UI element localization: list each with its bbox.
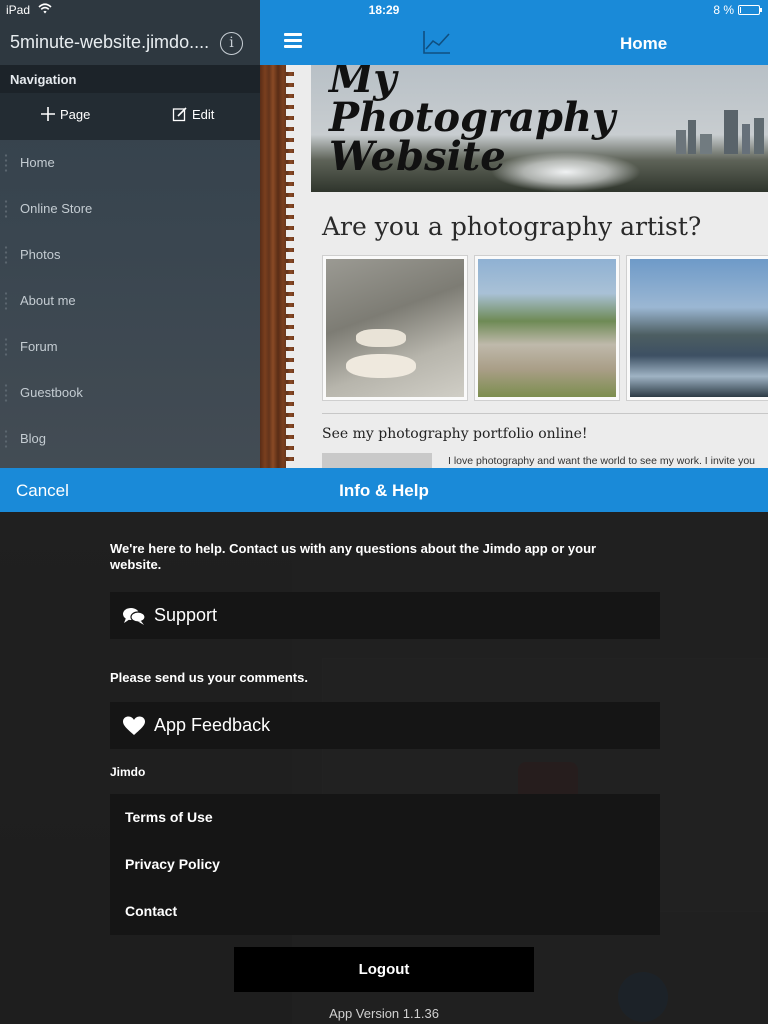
city-skyline — [676, 110, 764, 154]
line-chart-icon[interactable] — [422, 29, 452, 55]
sidebar-item-blog[interactable]: Blog — [0, 416, 260, 462]
add-page-label: Page — [60, 106, 91, 122]
website-preview[interactable]: My Photography Website Are you a photogr… — [260, 65, 768, 468]
house-photo — [478, 259, 616, 397]
battery-fill — [740, 7, 741, 13]
sidebar-item-label: Online Store — [20, 201, 93, 216]
website-heading: Are you a photography artist? — [322, 212, 702, 241]
sidebar: 5minute-website.jimdo.... i Navigation P… — [0, 20, 260, 468]
hamburger-icon[interactable] — [284, 33, 302, 48]
content-image — [322, 453, 432, 468]
help-intro: We're here to help. Contact us with any … — [110, 541, 597, 572]
site-title[interactable]: 5minute-website.jimdo.... — [10, 32, 210, 53]
torn-edge — [286, 65, 300, 468]
edit-icon — [172, 107, 187, 122]
help-header: Cancel Info & Help — [0, 468, 768, 512]
sidebar-item-label: About me — [20, 293, 76, 308]
sidebar-item-online-store[interactable]: Online Store — [0, 186, 260, 232]
contact-link[interactable]: Contact — [110, 888, 660, 935]
drag-handle-icon[interactable] — [4, 153, 8, 173]
status-bar: iPad 18:29 8 % — [0, 0, 768, 20]
add-page-button[interactable]: Page — [40, 106, 90, 122]
help-dialog: We're here to help. Contact us with any … — [0, 512, 768, 1024]
sidebar-item-photos[interactable]: Photos — [0, 232, 260, 278]
dogs-photo — [326, 259, 464, 397]
sidebar-item-guestbook[interactable]: Guestbook — [0, 370, 260, 416]
terms-of-use-link[interactable]: Terms of Use — [110, 794, 660, 841]
gallery-photo[interactable] — [626, 255, 768, 401]
photo-gallery — [322, 255, 768, 401]
sidebar-header: 5minute-website.jimdo.... i — [0, 20, 260, 65]
drag-handle-icon[interactable] — [4, 291, 8, 311]
drag-handle-icon[interactable] — [4, 337, 8, 357]
sidebar-item-label: Forum — [20, 339, 58, 354]
website-subheading: See my photography portfolio online! — [322, 426, 588, 442]
nav-list: Home Online Store Photos About me Forum … — [0, 140, 260, 462]
edit-label: Edit — [192, 106, 215, 122]
sidebar-item-label: Photos — [20, 247, 61, 262]
sidebar-item-home[interactable]: Home — [0, 140, 260, 186]
clock: 18:29 — [368, 3, 400, 17]
drag-handle-icon[interactable] — [4, 383, 8, 403]
app-version: App Version 1.1.36 — [329, 1006, 439, 1021]
heart-icon — [123, 716, 145, 735]
drag-handle-icon[interactable] — [4, 245, 8, 265]
top-bar: Home — [260, 20, 768, 65]
river-photo — [630, 259, 768, 397]
sidebar-item-label: Guestbook — [20, 385, 83, 400]
battery-icon — [738, 5, 762, 15]
hero-title: My Photography Website — [329, 65, 616, 180]
logout-button[interactable]: Logout — [234, 947, 534, 992]
support-label: Support — [154, 605, 218, 625]
website-body-text: I love photography and want the world to… — [448, 455, 755, 467]
chat-bubbles-icon — [123, 607, 146, 625]
sidebar-item-label: Blog — [20, 431, 47, 446]
plus-icon — [41, 107, 55, 121]
nav-actions: Page Edit — [0, 93, 260, 140]
info-icon[interactable]: i — [220, 32, 243, 55]
drag-handle-icon[interactable] — [4, 199, 8, 219]
comments-prompt: Please send us your comments. — [110, 670, 308, 685]
gallery-photo[interactable] — [474, 255, 620, 401]
app-feedback-button[interactable]: App Feedback — [110, 702, 660, 749]
battery-percent: 8 % — [713, 3, 734, 17]
support-button[interactable]: Support — [110, 592, 660, 639]
sidebar-item-forum[interactable]: Forum — [0, 324, 260, 370]
hero-banner: My Photography Website — [311, 65, 768, 192]
sidebar-item-about-me[interactable]: About me — [0, 278, 260, 324]
edit-button[interactable]: Edit — [172, 106, 214, 122]
page-title: Home — [620, 34, 668, 53]
links-list: Terms of Use Privacy Policy Contact — [110, 794, 660, 935]
gallery-photo[interactable] — [322, 255, 468, 401]
drag-handle-icon[interactable] — [4, 429, 8, 449]
feedback-label: App Feedback — [154, 715, 271, 735]
help-title: Info & Help — [339, 481, 429, 500]
privacy-policy-link[interactable]: Privacy Policy — [110, 841, 660, 888]
section-label: Jimdo — [110, 765, 146, 779]
divider — [322, 413, 768, 414]
navigation-heading: Navigation — [0, 65, 260, 93]
sidebar-item-label: Home — [20, 155, 55, 170]
